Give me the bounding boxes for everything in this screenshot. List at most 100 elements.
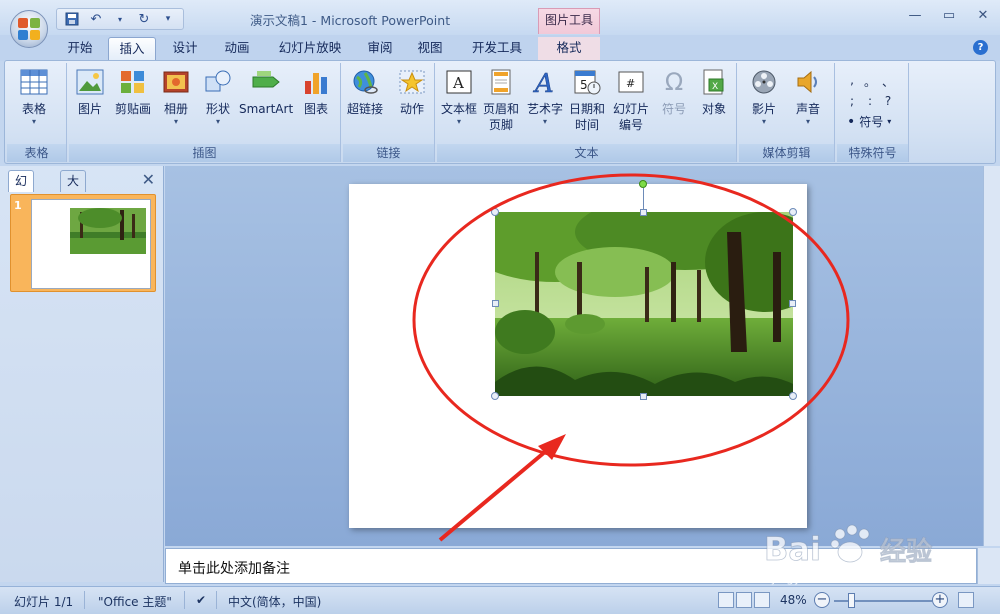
rotation-handle[interactable] — [639, 180, 647, 188]
slide-number-button[interactable]: # 幻灯片 编号 — [613, 67, 649, 133]
office-button[interactable] — [10, 10, 48, 48]
dropdown-arrow-icon: ▾ — [887, 117, 892, 126]
header-footer-button[interactable]: 页眉和 页脚 — [483, 67, 519, 133]
spellcheck-icon[interactable]: ✔ — [196, 593, 206, 607]
resize-handle-ne[interactable] — [789, 208, 797, 216]
clipart-icon — [118, 67, 148, 97]
customize-qat[interactable]: ▾ — [159, 10, 177, 28]
group-label-table: 表格 — [7, 144, 66, 162]
office-logo-icon — [18, 18, 40, 40]
resize-handle-s[interactable] — [640, 393, 647, 400]
minimize-icon[interactable]: — — [898, 0, 932, 30]
save-icon[interactable] — [63, 10, 81, 28]
resize-handle-w[interactable] — [492, 300, 499, 307]
group-label-media: 媒体剪辑 — [739, 144, 834, 162]
symbol-item[interactable]: 、 — [879, 73, 897, 90]
tab-insert[interactable]: 插入 — [108, 37, 156, 61]
svg-text:#: # — [626, 77, 635, 90]
zoom-slider-thumb[interactable] — [848, 593, 855, 608]
clipart-button[interactable]: 剪贴画 — [115, 67, 151, 117]
resize-handle-sw[interactable] — [491, 392, 499, 400]
language-indicator[interactable]: 中文(简体，中国) — [228, 593, 321, 610]
symbol-item[interactable]: ; — [843, 94, 861, 108]
symbol-item[interactable]: 。 — [861, 73, 879, 90]
table-button[interactable]: 表格 ▾ — [19, 67, 49, 127]
window-controls: — ▭ ✕ — [898, 0, 1000, 30]
slide-sorter-icon[interactable] — [736, 592, 752, 608]
picture-tools-header: 图片工具 — [538, 8, 600, 34]
fit-to-window-icon[interactable] — [958, 592, 974, 608]
textbox-button[interactable]: A 文本框 ▾ — [441, 67, 477, 127]
slide-thumbnail[interactable] — [31, 199, 151, 289]
undo-icon[interactable]: ↶ — [87, 10, 105, 28]
tab-format[interactable]: 格式 — [538, 37, 600, 61]
speaker-icon — [793, 67, 823, 97]
symbol-item[interactable]: ? — [879, 94, 897, 108]
vertical-scrollbar[interactable] — [983, 166, 1000, 546]
smartart-button[interactable]: SmartArt — [239, 67, 293, 117]
slide-number-icon: # — [616, 67, 646, 97]
group-table: 表格 ▾ 表格 — [7, 63, 67, 162]
symbol-item[interactable]: : — [861, 94, 879, 108]
action-star-icon — [397, 67, 427, 97]
slideshow-view-icon[interactable] — [754, 592, 770, 608]
close-icon[interactable]: ✕ — [966, 0, 1000, 30]
zoom-level[interactable]: 48% — [780, 593, 807, 607]
slide-thumbnail-selected[interactable]: 1 — [10, 194, 156, 292]
tab-view[interactable]: 视图 — [408, 37, 452, 61]
chart-icon — [301, 67, 331, 97]
ribbon-tabs: 开始 插入 设计 动画 幻灯片放映 审阅 视图 开发工具 格式 — [0, 35, 1000, 61]
normal-view-icon[interactable] — [718, 592, 734, 608]
resize-handle-n[interactable] — [640, 209, 647, 216]
movie-button[interactable]: 影片 ▾ — [749, 67, 779, 127]
redo-icon[interactable]: ↻ — [135, 10, 153, 28]
picture-button[interactable]: 图片 — [75, 67, 105, 117]
sound-button[interactable]: 声音 ▾ — [793, 67, 823, 127]
notes-pane[interactable]: 单击此处添加备注 — [165, 548, 977, 584]
slide-counter: 幻灯片 1/1 — [14, 595, 74, 609]
tab-developer[interactable]: 开发工具 — [462, 37, 532, 61]
close-icon[interactable]: ✕ — [142, 170, 155, 189]
tab-design[interactable]: 设计 — [162, 37, 208, 61]
theme-name: "Office 主题" — [98, 595, 172, 609]
svg-text:A: A — [452, 74, 464, 92]
bullet-icon: • — [847, 113, 856, 130]
tab-slideshow[interactable]: 幻灯片放映 — [268, 37, 352, 61]
tab-review[interactable]: 审阅 — [358, 37, 402, 61]
tab-outline[interactable]: 大纲 — [60, 170, 87, 208]
title-bar: ↶ ▾ ↻ ▾ 演示文稿1 - Microsoft PowerPoint 图片工… — [0, 0, 1000, 35]
slide-canvas[interactable] — [349, 180, 807, 528]
smartart-icon — [251, 67, 281, 97]
symbol-item[interactable]: , — [843, 73, 861, 90]
wordart-button[interactable]: A 艺术字 ▾ — [527, 67, 563, 127]
chart-button[interactable]: 图表 — [301, 67, 331, 117]
dropdown-arrow-icon: ▾ — [215, 117, 220, 126]
zoom-out-icon[interactable]: − — [814, 592, 830, 608]
ribbon: 表格 ▾ 表格 图片 剪贴画 相册 ▾ 形状 ▾ SmartArt 图表 插图 … — [4, 60, 996, 164]
album-button[interactable]: 相册 ▾ — [161, 67, 191, 127]
forest-picture[interactable] — [495, 212, 793, 396]
object-button[interactable]: X 对象 — [699, 67, 729, 117]
group-media: 影片 ▾ 声音 ▾ 媒体剪辑 — [739, 63, 835, 162]
film-reel-icon — [749, 67, 779, 97]
zoom-in-icon[interactable]: + — [932, 592, 948, 608]
datetime-button[interactable]: 5 日期和 时间 — [569, 67, 605, 133]
tab-slides[interactable]: 幻灯片 — [8, 170, 35, 228]
resize-handle-nw[interactable] — [491, 208, 499, 216]
action-button[interactable]: 动作 — [397, 67, 427, 117]
resize-handle-e[interactable] — [789, 300, 796, 307]
tab-animation[interactable]: 动画 — [214, 37, 260, 61]
dropdown-arrow-icon: ▾ — [457, 117, 462, 126]
resize-handle-se[interactable] — [789, 392, 797, 400]
help-icon[interactable]: ? — [973, 40, 988, 55]
notes-scrollbar[interactable] — [977, 548, 1000, 584]
dropdown-arrow-icon[interactable]: ▾ — [111, 10, 129, 28]
symbol-button[interactable]: Ω 符号 — [659, 67, 689, 117]
special-symbol-button[interactable]: • 符号 ▾ — [847, 113, 891, 130]
object-icon: X — [699, 67, 729, 97]
shapes-button[interactable]: 形状 ▾ — [203, 67, 233, 127]
hyperlink-button[interactable]: 超链接 — [347, 67, 383, 117]
group-illustrations: 图片 剪贴画 相册 ▾ 形状 ▾ SmartArt 图表 插图 — [69, 63, 341, 162]
tab-home[interactable]: 开始 — [58, 37, 102, 61]
maximize-icon[interactable]: ▭ — [932, 0, 966, 30]
